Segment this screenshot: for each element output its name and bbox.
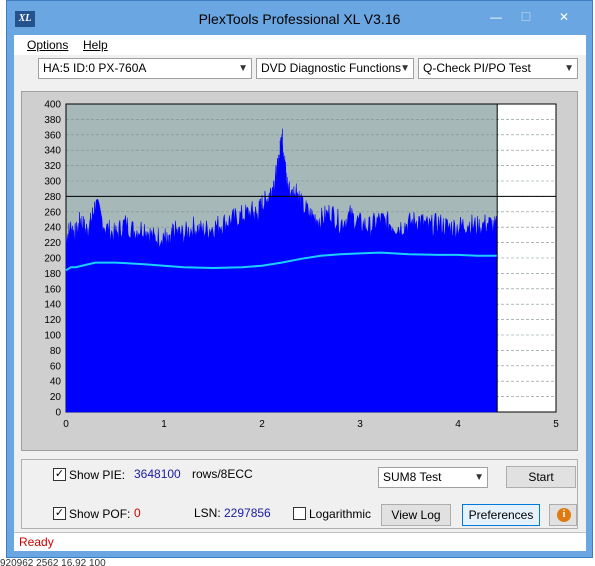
y-tick-label: 240 [44, 223, 61, 234]
x-axis-ticks: 0 1 2 3 4 5 [63, 419, 559, 430]
chart-panel: 0 20 40 60 80 100 120 140 160 180 200 220 240 260 280 3… [21, 91, 578, 451]
y-tick-label: 120 [44, 315, 61, 326]
chevron-down-icon: ▼ [564, 63, 574, 74]
drive-select[interactable]: HA:5 ID:0 PX-760A ▼ [38, 58, 252, 79]
title-bar[interactable]: XL PlexTools Professional XL V3.16 — ☐ ✕ [7, 1, 592, 35]
y-tick-label: 300 [44, 177, 61, 188]
y-axis-ticks: 0 20 40 60 80 100 120 140 160 180 200 220 240 260 280 3… [44, 100, 61, 419]
chevron-down-icon: ▼ [400, 63, 410, 74]
function-select-value: DVD Diagnostic Functions [261, 61, 402, 75]
y-tick-label: 280 [44, 192, 61, 203]
show-poe-checkbox[interactable]: ✓ [53, 507, 66, 520]
lsn-label: LSN: [194, 506, 221, 520]
minimize-button[interactable]: — [481, 7, 511, 27]
y-tick-label: 160 [44, 284, 61, 295]
y-tick-label: 220 [44, 238, 61, 249]
menu-help-label: Help [83, 38, 108, 52]
client-area: Options Help HA:5 ID:0 PX-760A ▼ DVD Dia… [14, 35, 586, 551]
background-window-strip: 920962 2562 16.92 100 [0, 558, 595, 566]
y-tick-label: 100 [44, 331, 61, 342]
start-button[interactable]: Start [506, 466, 576, 488]
maximize-button[interactable]: ☐ [513, 7, 539, 27]
x-tick-label: 0 [63, 419, 69, 430]
info-button[interactable]: i [549, 504, 577, 526]
test-select-value: Q-Check PI/PO Test [423, 61, 531, 75]
sum-test-select-value: SUM8 Test [383, 470, 442, 484]
show-pie-checkbox[interactable]: ✓ [53, 468, 66, 481]
controls-panel: ✓ Show PIE: 3648100 rows/8ECC SUM8 Test … [21, 459, 578, 529]
x-tick-label: 5 [553, 419, 559, 430]
drive-select-value: HA:5 ID:0 PX-760A [43, 61, 147, 75]
function-select[interactable]: DVD Diagnostic Functions ▼ [256, 58, 414, 79]
toolbar: HA:5 ID:0 PX-760A ▼ DVD Diagnostic Funct… [14, 55, 586, 85]
sum-test-select[interactable]: SUM8 Test ▼ [378, 467, 488, 488]
y-tick-label: 360 [44, 130, 61, 141]
y-tick-label: 260 [44, 207, 61, 218]
x-tick-label: 2 [259, 419, 265, 430]
show-poe-label: Show POF: [69, 507, 131, 521]
y-tick-label: 320 [44, 161, 61, 172]
y-tick-label: 400 [44, 100, 61, 111]
y-tick-label: 180 [44, 269, 61, 280]
menu-bar: Options Help [14, 35, 586, 55]
pie-unit: rows/8ECC [192, 467, 253, 481]
status-text: Ready [19, 535, 54, 549]
logarithmic-checkbox[interactable] [293, 507, 306, 520]
preferences-button[interactable]: Preferences [462, 504, 540, 526]
y-tick-label: 0 [55, 408, 61, 419]
y-tick-label: 40 [50, 377, 62, 388]
chevron-down-icon: ▼ [238, 63, 248, 74]
y-tick-label: 80 [50, 346, 62, 357]
poe-value: 0 [134, 506, 141, 520]
view-log-button[interactable]: View Log [381, 504, 451, 526]
x-tick-label: 4 [455, 419, 461, 430]
x-tick-label: 1 [161, 419, 167, 430]
status-bar: Ready [14, 532, 586, 551]
app-window: XL PlexTools Professional XL V3.16 — ☐ ✕… [6, 0, 593, 558]
info-icon: i [557, 508, 571, 522]
y-tick-label: 340 [44, 146, 61, 157]
pie-value: 3648100 [134, 467, 181, 481]
close-button[interactable]: ✕ [541, 7, 587, 27]
y-tick-label: 140 [44, 300, 61, 311]
chevron-down-icon: ▼ [474, 472, 484, 483]
test-select[interactable]: Q-Check PI/PO Test ▼ [418, 58, 578, 79]
pi-po-chart: 0204060801001201401601802002202402602803… [44, 100, 559, 431]
menu-options[interactable]: Options [27, 38, 68, 52]
show-pie-label: Show PIE: [69, 468, 126, 482]
x-tick-label: 3 [357, 419, 363, 430]
y-tick-label: 380 [44, 115, 61, 126]
lsn-value: 2297856 [224, 506, 271, 520]
y-tick-label: 60 [50, 361, 62, 372]
logarithmic-label: Logarithmic [309, 507, 372, 521]
menu-help[interactable]: Help [83, 38, 108, 52]
y-tick-label: 200 [44, 254, 61, 265]
menu-options-label: Options [27, 38, 69, 52]
y-tick-label: 20 [50, 392, 62, 403]
